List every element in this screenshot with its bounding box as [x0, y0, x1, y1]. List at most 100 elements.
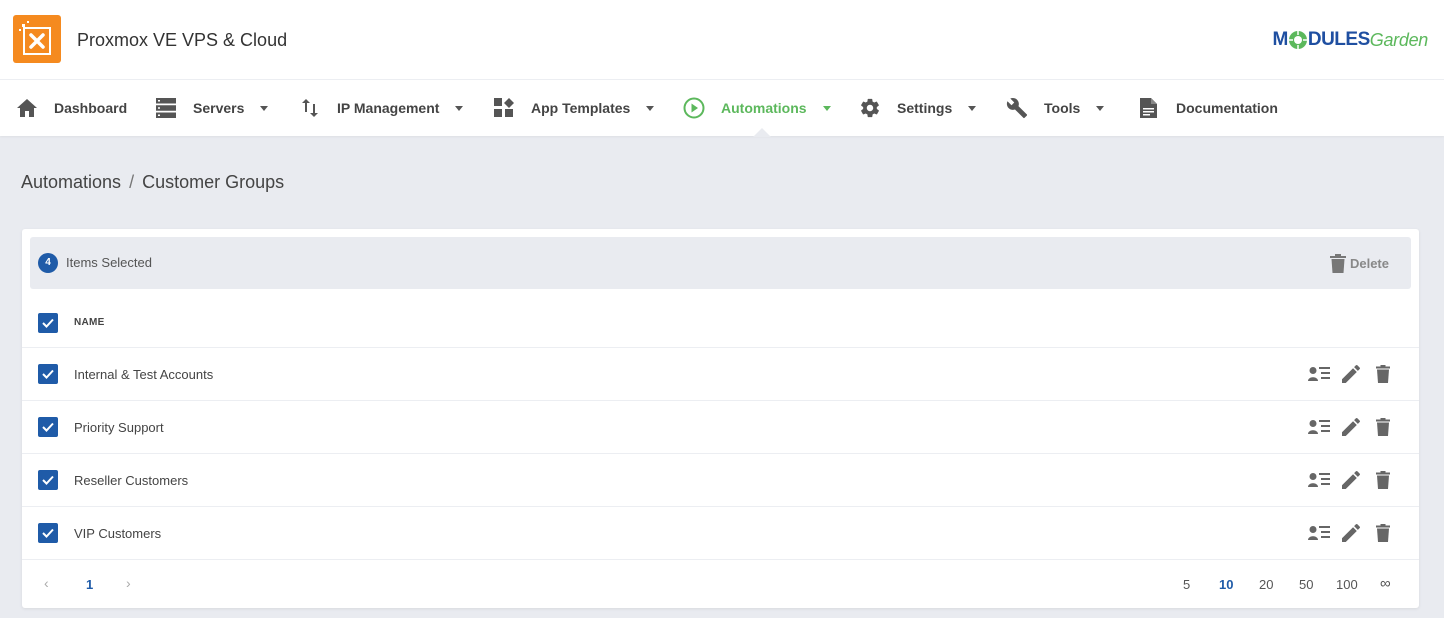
nav-label-dashboard: Dashboard — [54, 100, 128, 116]
person-list-icon — [1308, 473, 1330, 487]
nav-item-dashboard[interactable]: Dashboard — [16, 80, 127, 136]
app-header: Proxmox VE VPS & Cloud M DULES Garden — [0, 0, 1444, 80]
edit-button[interactable] — [1339, 415, 1363, 439]
edit-button[interactable] — [1339, 521, 1363, 545]
page-size-option[interactable]: 100 — [1336, 577, 1358, 592]
nav-label-app-templates: App Templates — [531, 100, 631, 116]
delete-button[interactable] — [1371, 468, 1395, 492]
main-nav: Dashboard Servers IP Management App Temp… — [0, 80, 1444, 136]
brand-text-dules: DULES — [1307, 29, 1370, 50]
check-icon — [42, 528, 54, 538]
edit-button[interactable] — [1339, 468, 1363, 492]
breadcrumb: Automations / Customer Groups — [21, 172, 284, 193]
breadcrumb-separator: / — [129, 172, 135, 192]
nav-item-ip-management[interactable]: IP Management — [299, 80, 464, 136]
row-name: VIP Customers — [74, 526, 162, 541]
row-actions — [1299, 468, 1395, 492]
row-checkbox[interactable] — [38, 364, 58, 384]
page-size-option[interactable]: 20 — [1259, 577, 1273, 592]
nav-label-documentation: Documentation — [1176, 100, 1278, 116]
row-checkbox[interactable] — [38, 417, 58, 437]
customer-groups-card: 4 Items Selected Delete NAME Internal & … — [22, 229, 1419, 608]
edit-button[interactable] — [1339, 362, 1363, 386]
breadcrumb-current: Customer Groups — [142, 172, 285, 192]
assign-clients-button[interactable] — [1307, 362, 1331, 386]
delete-button[interactable] — [1371, 521, 1395, 545]
row-actions — [1299, 415, 1395, 439]
selection-bar: 4 Items Selected Delete — [30, 237, 1411, 289]
page-size-option[interactable]: 10 — [1219, 577, 1233, 592]
trash-icon — [1376, 365, 1390, 383]
check-icon — [42, 318, 54, 328]
widgets-icon — [493, 97, 515, 119]
assign-clients-button[interactable] — [1307, 521, 1331, 545]
table-row[interactable]: VIP Customers — [22, 506, 1419, 559]
column-header-name[interactable]: NAME — [74, 317, 105, 328]
selected-count-badge: 4 — [38, 253, 58, 273]
nav-label-settings: Settings — [897, 100, 953, 116]
assign-clients-button[interactable] — [1307, 468, 1331, 492]
chevron-down-icon — [1096, 105, 1105, 111]
wrench-icon — [1006, 97, 1028, 119]
nav-item-servers[interactable]: Servers — [155, 80, 269, 136]
prev-page-button[interactable]: ‹ — [44, 575, 49, 591]
trash-icon — [1329, 253, 1346, 273]
app-title: Proxmox VE VPS & Cloud — [77, 30, 288, 50]
nav-item-tools[interactable]: Tools — [1006, 80, 1105, 136]
modulesgarden-brand-logo[interactable]: M DULES Garden — [1272, 28, 1429, 52]
nav-label-ip-management: IP Management — [337, 100, 440, 116]
pencil-icon — [1342, 365, 1360, 383]
brand-text-m: M — [1272, 29, 1289, 50]
chevron-down-icon — [646, 105, 655, 111]
assign-clients-button[interactable] — [1307, 415, 1331, 439]
pencil-icon — [1342, 471, 1360, 489]
page-size-option[interactable]: 5 — [1183, 577, 1190, 592]
servers-icon — [155, 97, 177, 119]
nav-label-automations: Automations — [721, 100, 807, 116]
breadcrumb-parent[interactable]: Automations — [21, 172, 121, 192]
gear-icon — [859, 97, 881, 119]
check-icon — [42, 369, 54, 379]
page-size-option[interactable]: ∞ — [1380, 575, 1391, 592]
delete-button[interactable] — [1371, 415, 1395, 439]
person-list-icon — [1308, 526, 1330, 540]
delete-button[interactable] — [1371, 362, 1395, 386]
nav-item-app-templates[interactable]: App Templates — [493, 80, 655, 136]
trash-icon — [1376, 471, 1390, 489]
nav-item-settings[interactable]: Settings — [859, 80, 977, 136]
trash-icon — [1376, 418, 1390, 436]
person-list-icon — [1308, 367, 1330, 381]
nav-label-servers: Servers — [193, 100, 245, 116]
table-row[interactable]: Internal & Test Accounts — [22, 347, 1419, 400]
table-row[interactable]: Reseller Customers — [22, 453, 1419, 506]
chevron-down-icon — [455, 105, 464, 111]
bulk-delete-label: Delete — [1349, 255, 1389, 271]
pager-divider — [22, 559, 1419, 560]
table-row[interactable]: Priority Support — [22, 400, 1419, 453]
person-list-icon — [1308, 420, 1330, 434]
active-nav-pointer — [753, 128, 771, 137]
page-size-option[interactable]: 50 — [1299, 577, 1313, 592]
row-checkbox[interactable] — [38, 523, 58, 543]
chevron-down-icon — [260, 105, 269, 111]
home-icon — [16, 97, 38, 119]
check-icon — [42, 422, 54, 432]
bulk-delete-button[interactable]: Delete — [1329, 253, 1389, 273]
row-actions — [1299, 362, 1395, 386]
play-circle-icon — [683, 97, 705, 119]
page-number-button[interactable]: 1 — [86, 577, 93, 592]
select-all-checkbox[interactable] — [38, 313, 58, 333]
app-logo-icon — [13, 15, 61, 63]
pencil-icon — [1342, 418, 1360, 436]
row-checkbox[interactable] — [38, 470, 58, 490]
next-page-button[interactable]: › — [126, 575, 131, 591]
trash-icon — [1376, 524, 1390, 542]
document-icon — [1138, 97, 1160, 119]
pencil-icon — [1342, 524, 1360, 542]
chevron-down-icon — [968, 105, 977, 111]
check-icon — [42, 475, 54, 485]
brand-gear-icon — [1288, 30, 1308, 50]
row-name: Internal & Test Accounts — [74, 367, 214, 382]
nav-item-documentation[interactable]: Documentation — [1138, 80, 1278, 136]
selected-items-label: Items Selected — [66, 255, 152, 270]
